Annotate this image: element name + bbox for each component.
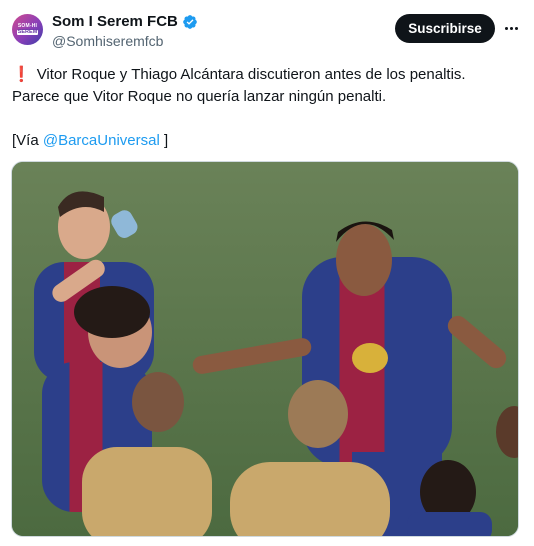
tweet-line-1: ❗ Vitor Roque y Thiago Alcántara discutie… <box>12 64 522 86</box>
subscribe-button[interactable]: Suscribirse <box>395 14 495 43</box>
mention-link[interactable]: @BarcaUniversal <box>43 132 160 149</box>
profile-avatar[interactable]: SOM-HI SEREM <box>12 14 43 45</box>
exclamation-icon: ❗ <box>12 66 31 83</box>
more-options-icon[interactable] <box>499 17 523 39</box>
dot <box>504 26 508 30</box>
tweet-text: ❗ Vitor Roque y Thiago Alcántara discutie… <box>12 64 522 152</box>
dot <box>514 26 518 30</box>
tweet-via-line: [Vía @BarcaUniversal ] <box>12 130 522 152</box>
name-row: Som I Serem FCB <box>52 13 198 30</box>
display-name[interactable]: Som I Serem FCB <box>52 13 178 30</box>
tweet-line-1-text: Vitor Roque y Thiago Alcántara discutier… <box>36 66 466 83</box>
via-suffix: ] <box>159 132 169 149</box>
tweet-line-2: Parece que Vitor Roque no quería lanzar … <box>12 88 387 105</box>
dot <box>509 26 513 30</box>
media-photo <box>12 162 518 536</box>
line-spacer <box>12 108 522 130</box>
avatar-text-bottom: SEREM <box>16 28 39 36</box>
tweet-media-image[interactable] <box>11 161 519 537</box>
account-handle[interactable]: @Somhiseremfcb <box>52 33 163 49</box>
tweet-card: SOM-HI SEREM Som I Serem FCB @Somhiserem… <box>0 0 534 546</box>
avatar-text-top: SOM-HI <box>17 22 38 29</box>
via-prefix: [Vía <box>12 132 43 149</box>
verified-badge-icon <box>183 14 197 29</box>
